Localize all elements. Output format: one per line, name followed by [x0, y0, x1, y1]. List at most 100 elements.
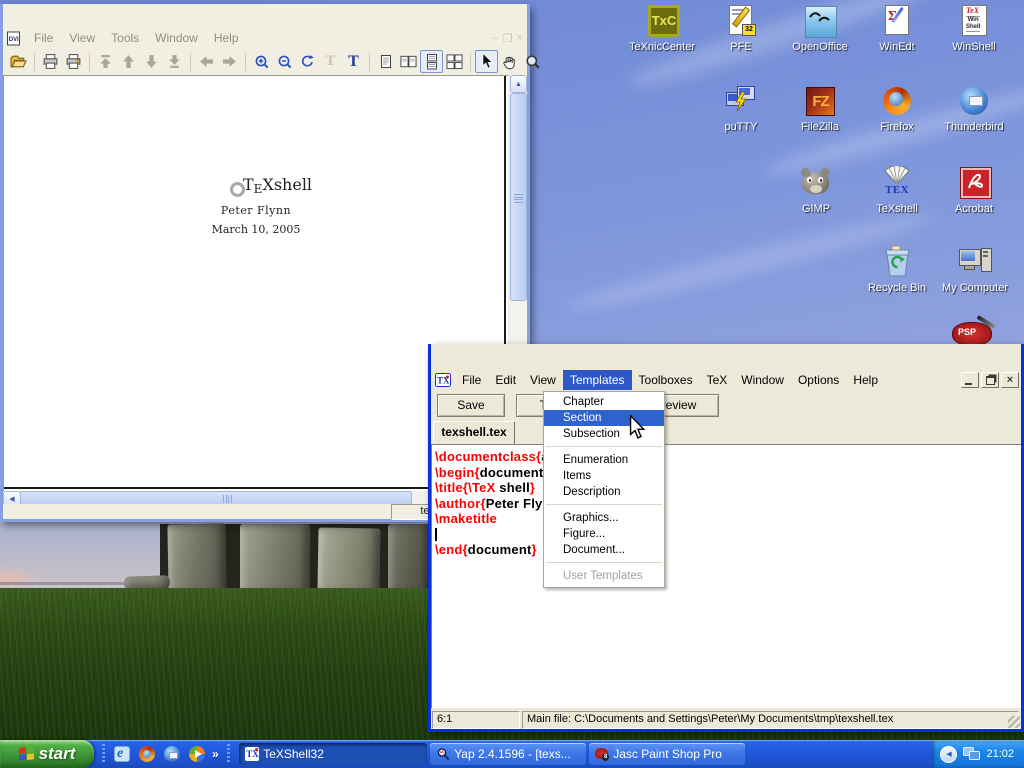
view-single-icon[interactable]	[374, 50, 397, 73]
yap-menu-help[interactable]: Help	[206, 29, 247, 47]
mycomputer-desktop-icon[interactable]: My Computer	[937, 245, 1013, 294]
menu-item-chapter[interactable]: Chapter	[544, 394, 664, 410]
standing-stone	[317, 527, 380, 592]
mdi-restore-button[interactable]	[981, 372, 999, 388]
quicklaunch-firefox-icon[interactable]	[138, 745, 156, 763]
texshell-desktop-icon[interactable]: TEXTeXshell	[859, 166, 935, 215]
view-facing-icon[interactable]	[397, 50, 420, 73]
texshell-menu-help[interactable]: Help	[846, 370, 885, 390]
psp-desktop-icon[interactable]: PSP	[950, 320, 994, 346]
menu-item-figure[interactable]: Figure...	[544, 526, 664, 542]
taskbar-button-psp[interactable]: 8 Jasc Paint Shop Pro	[589, 743, 745, 765]
resize-grip[interactable]	[1008, 716, 1020, 728]
magnifier-icon[interactable]	[521, 50, 544, 73]
text-icon[interactable]: T	[342, 50, 365, 73]
yap-menu-view[interactable]: View	[61, 29, 103, 47]
filezilla-desktop-icon[interactable]: FZFileZilla	[782, 84, 858, 133]
editor-line: \maketitle	[435, 511, 1021, 527]
txc-desktop-icon[interactable]: TxCTeXnicCenter	[624, 4, 700, 53]
tray-network-icon[interactable]	[963, 747, 980, 761]
toolbar-separator	[470, 53, 471, 71]
recyclebin-desktop-icon[interactable]: Recycle Bin	[859, 245, 935, 294]
scroll-up-button[interactable]: ▲	[510, 75, 527, 93]
quick-launch-overflow-chevron[interactable]: »	[212, 747, 219, 761]
texshell-menu-toolboxes[interactable]: Toolboxes	[632, 370, 700, 390]
menu-item-graphics[interactable]: Graphics...	[544, 510, 664, 526]
yap-toolbar: TT	[3, 48, 527, 76]
texshell-menu-edit[interactable]: Edit	[488, 370, 523, 390]
taskbar-button-yap[interactable]: Yap 2.4.1596 - [texs...	[430, 743, 586, 765]
task-area-handle[interactable]	[227, 744, 230, 764]
status-cursor-position: 6:1	[432, 711, 520, 729]
texshell-menu-window[interactable]: Window	[734, 370, 791, 390]
code-segment: shell	[495, 480, 529, 495]
gimp-desktop-icon[interactable]: GIMP	[778, 166, 854, 215]
editor-tab-texshell-tex[interactable]: texshell.tex	[433, 421, 515, 444]
texshell-menu-templates[interactable]: Templates	[563, 370, 632, 390]
menu-item-section[interactable]: Section	[544, 410, 664, 426]
vertical-scroll-thumb[interactable]	[510, 93, 527, 301]
menu-item-description[interactable]: Description	[544, 484, 664, 500]
openoffice-desktop-icon[interactable]: OpenOffice	[782, 4, 858, 53]
task-label: Jasc Paint Shop Pro	[613, 747, 722, 761]
menu-separator	[546, 446, 662, 447]
pfe-desktop-icon[interactable]: 32PFE	[703, 4, 779, 53]
open-icon[interactable]	[7, 50, 30, 73]
print-all-icon[interactable]	[62, 50, 85, 73]
desktop-icon-label: GIMP	[778, 203, 854, 215]
code-segment: }	[530, 480, 535, 495]
yap-menu-file[interactable]: File	[26, 29, 61, 47]
yap-menu-tools[interactable]: Tools	[103, 29, 147, 47]
texshell-tabrow: texshell.tex	[431, 419, 1021, 444]
hide-icons-chevron[interactable]: ◀	[940, 746, 957, 763]
menu-item-document[interactable]: Document...	[544, 542, 664, 558]
firefox-desktop-icon[interactable]: Firefox	[859, 84, 935, 133]
zoom-in-icon[interactable]	[250, 50, 273, 73]
hand-icon[interactable]	[498, 50, 521, 73]
page-last-icon[interactable]	[163, 50, 186, 73]
winedt-desktop-icon[interactable]: ΣWinEdt	[859, 4, 935, 53]
texshell-menu-tex[interactable]: TeX	[700, 370, 735, 390]
text-outline-icon[interactable]: T	[319, 50, 342, 73]
code-segment: }	[532, 542, 537, 557]
toolbar-separator	[245, 53, 246, 71]
view-continuous-icon[interactable]	[420, 50, 443, 73]
start-button[interactable]: start	[0, 740, 94, 768]
print-icon[interactable]	[39, 50, 62, 73]
refresh-icon[interactable]	[296, 50, 319, 73]
toolbar-separator	[34, 53, 35, 71]
thunderbird-desktop-icon[interactable]: Thunderbird	[936, 84, 1012, 133]
menu-item-items[interactable]: Items	[544, 468, 664, 484]
yap-menu-window[interactable]: Window	[147, 29, 206, 47]
screen: TxCTeXnicCenter32PFEOpenOfficeΣWinEdtTeX…	[0, 0, 1024, 768]
texshell-editor[interactable]: \documentclass{article}\begin{document}\…	[431, 444, 1021, 708]
mdi-close-button[interactable]: ×	[1001, 372, 1019, 388]
quicklaunch-internet-explorer-icon[interactable]: e	[113, 745, 131, 763]
forward-icon[interactable]	[218, 50, 241, 73]
psp-mini-icon: 8	[595, 747, 609, 761]
menu-item-enumeration[interactable]: Enumeration	[544, 452, 664, 468]
quick-launch-handle[interactable]	[102, 744, 105, 764]
desktop-icon-label: TeXshell	[859, 203, 935, 215]
page-first-icon[interactable]	[94, 50, 117, 73]
winshell-desktop-icon[interactable]: TeXWinShellWinShell	[936, 4, 1012, 53]
putty-desktop-icon[interactable]: puTTY	[703, 84, 779, 133]
quicklaunch-thunderbird-icon[interactable]	[163, 745, 181, 763]
back-icon[interactable]	[195, 50, 218, 73]
zoom-out-icon[interactable]	[273, 50, 296, 73]
texshell-menu-file[interactable]: File	[455, 370, 488, 390]
acrobat-desktop-icon[interactable]: Acrobat	[936, 166, 1012, 215]
texshell-menu-view[interactable]: View	[523, 370, 563, 390]
clock[interactable]: 21:02	[986, 748, 1014, 760]
save-button[interactable]: Save	[437, 394, 505, 417]
quicklaunch-media-player-icon[interactable]	[188, 745, 206, 763]
menu-item-subsection[interactable]: Subsection	[544, 426, 664, 442]
select-icon[interactable]	[475, 50, 498, 73]
menu-item-user-templates[interactable]: User Templates	[544, 568, 664, 584]
page-next-icon[interactable]	[140, 50, 163, 73]
texshell-menu-options[interactable]: Options	[791, 370, 846, 390]
taskbar-button-texshell[interactable]: TXTeXShell32	[239, 743, 427, 765]
page-prev-icon[interactable]	[117, 50, 140, 73]
view-continuous-facing-icon[interactable]	[443, 50, 466, 73]
mdi-minimize-button[interactable]	[961, 372, 979, 388]
